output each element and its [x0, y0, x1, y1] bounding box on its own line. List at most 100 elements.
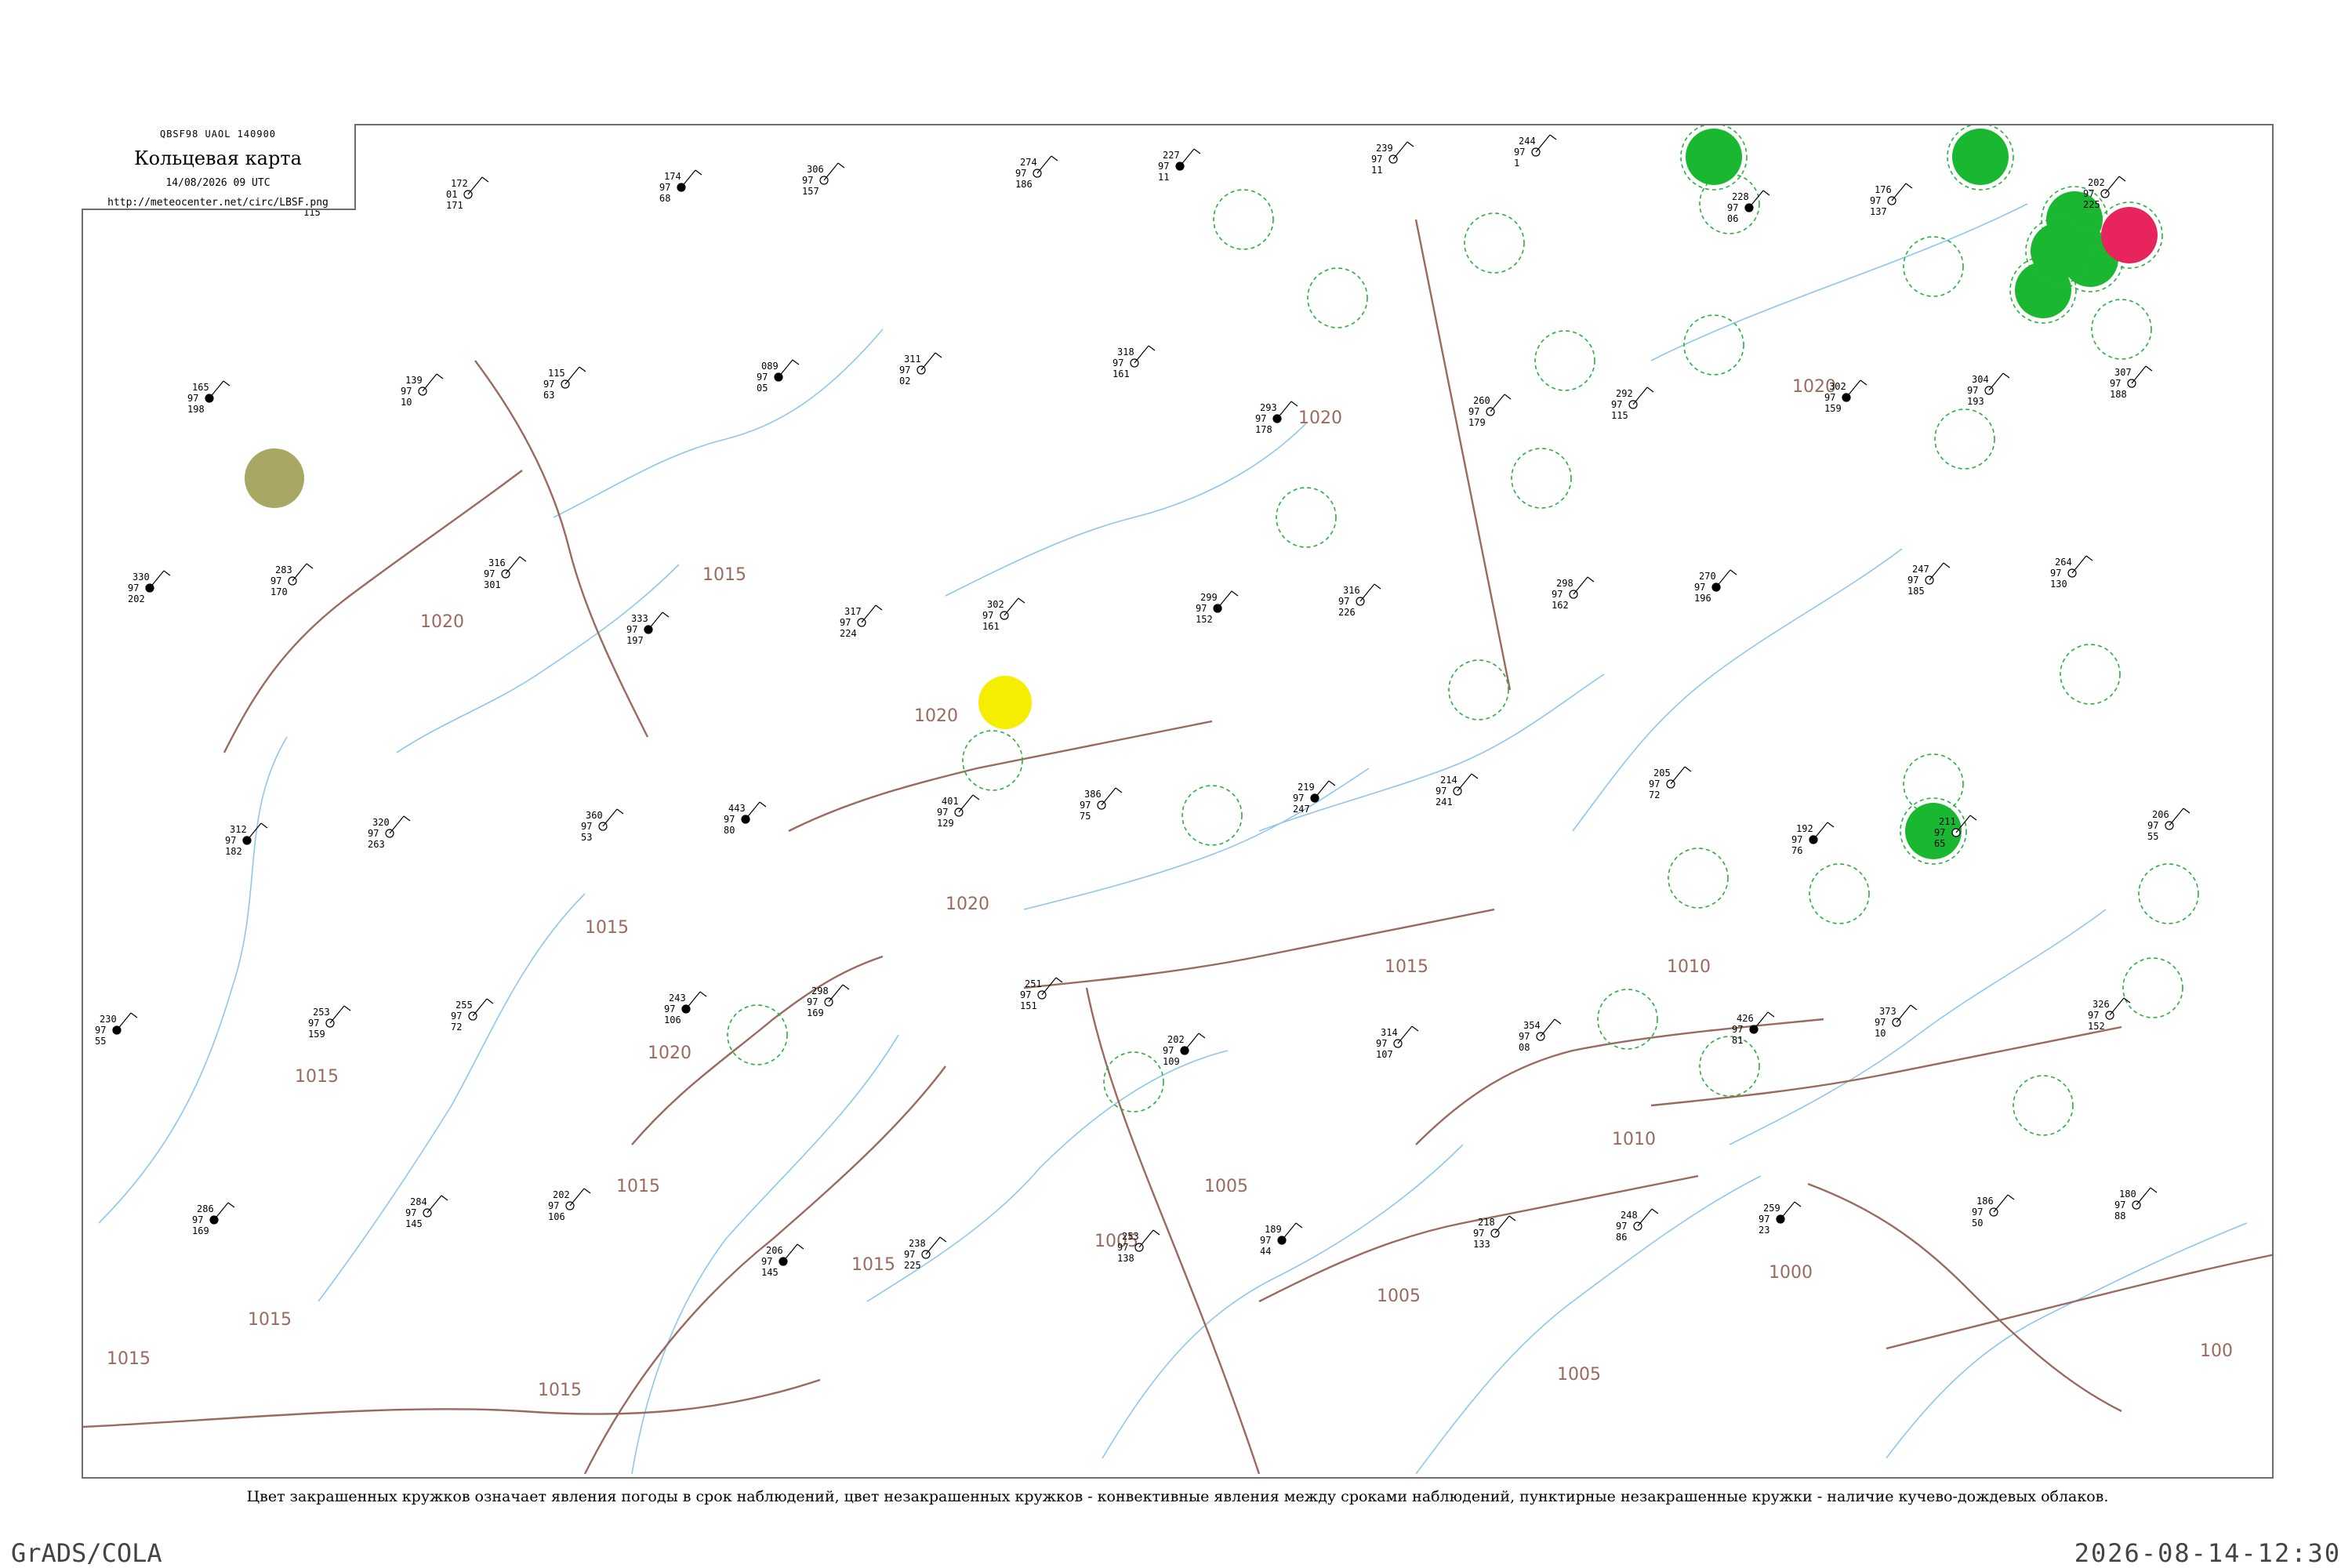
- station-value: 1: [1514, 158, 1519, 169]
- footer-timestamp: 2026-08-14-12:30: [2074, 1538, 2341, 1568]
- station-temp: 97: [1824, 392, 1835, 403]
- station-plot: 2309755: [95, 1012, 138, 1047]
- station-pressure: 165: [192, 382, 209, 393]
- station-plot: 3119702: [899, 352, 942, 387]
- isobar-label: 1015: [851, 1255, 895, 1275]
- station-temp: 97: [1117, 1242, 1128, 1253]
- wind-barb: [1179, 148, 1195, 167]
- station-pressure: 253: [313, 1007, 330, 1018]
- isobar-label: 1000: [1769, 1263, 1813, 1283]
- station-temp: 97: [1519, 1031, 1530, 1042]
- station-value: 81: [1732, 1035, 1743, 1046]
- station-pressure: 205: [1653, 768, 1671, 779]
- station-temp: 97: [1020, 989, 1031, 1000]
- wind-barb: [1276, 401, 1292, 419]
- wind-barb: [1397, 1025, 1413, 1044]
- wind-barb: [1637, 1208, 1653, 1227]
- cb-cloud-ring: [1934, 408, 1995, 470]
- station-plot: 2399711: [1371, 141, 1414, 176]
- station-plot: 17201171: [446, 176, 489, 211]
- map-date: 14/08/2026 09 UTC: [165, 177, 270, 189]
- isobar-label: 100: [2200, 1341, 2233, 1361]
- wind-barb: [1846, 379, 1861, 398]
- station-pressure: 089: [761, 361, 779, 372]
- station-value: 75: [1080, 811, 1091, 822]
- wind-barb: [2131, 365, 2147, 384]
- legend-caption: Цвет закрашенных кружков означает явлени…: [246, 1488, 2109, 1505]
- station-temp: 97: [451, 1011, 462, 1022]
- cb-cloud-ring: [2091, 299, 2152, 360]
- station-temp: 97: [1694, 582, 1705, 593]
- station-value: 197: [626, 635, 644, 646]
- station-temp: 97: [899, 365, 910, 376]
- station-temp: 97: [982, 610, 993, 621]
- isobar-label: 1015: [538, 1381, 582, 1400]
- isobar-label: 1020: [420, 612, 464, 632]
- wind-barb: [426, 1195, 442, 1214]
- station-value: 129: [937, 818, 954, 829]
- station-value: 53: [581, 832, 592, 843]
- station-temp: 97: [904, 1249, 915, 1260]
- station-value: 151: [1020, 1000, 1037, 1011]
- station-value: 161: [982, 621, 1000, 632]
- river-line: [318, 893, 586, 1302]
- station-value: 76: [1791, 845, 1802, 856]
- map-url[interactable]: http://meteocenter.net/circ/LBSF.png: [82, 197, 354, 209]
- station-temp: 97: [225, 835, 236, 846]
- wind-barb: [1929, 562, 1944, 581]
- station-plot: 20297106: [548, 1188, 591, 1222]
- station-plot: 27097196: [1694, 569, 1737, 604]
- station-temp: 01: [446, 189, 457, 200]
- station-temp: 97: [1934, 827, 1945, 838]
- bulletin-code: QBSF98 UAOL 140900: [159, 129, 277, 140]
- station-plot: 2289706: [1727, 190, 1770, 224]
- station-value: 11: [1371, 165, 1382, 176]
- cb-cloud-ring: [727, 1004, 788, 1065]
- isobar-line: [83, 1378, 821, 1428]
- isobar-line: [223, 470, 523, 753]
- wind-barb: [1359, 583, 1375, 602]
- station-pressure: 243: [669, 993, 686, 1004]
- station-temp: 97: [1196, 603, 1207, 614]
- station-temp: 97: [1293, 793, 1304, 804]
- station-plot: 1899744: [1260, 1222, 1303, 1257]
- station-plot: 29997152: [1196, 590, 1239, 625]
- station-pressure: 302: [1829, 381, 1846, 392]
- station-temp: 97: [1260, 1235, 1271, 1246]
- isobar-line: [1807, 1182, 2122, 1413]
- station-value: 162: [1552, 600, 1569, 611]
- station-plot: 25197151: [1020, 977, 1063, 1011]
- isobar-label: 1020: [648, 1044, 691, 1063]
- station-value: 06: [1727, 213, 1738, 224]
- station-pressure: 214: [1440, 775, 1457, 786]
- station-value: 301: [484, 579, 501, 590]
- isobar-line: [788, 720, 1213, 833]
- station-value: 115: [1611, 410, 1628, 421]
- station-value: 145: [405, 1218, 423, 1229]
- station-plot: 20297109: [1163, 1033, 1206, 1067]
- wind-barb: [681, 169, 696, 188]
- station-temp: 97: [1163, 1045, 1174, 1056]
- wind-barb: [1573, 576, 1588, 595]
- cb-cloud-ring: [1464, 212, 1525, 274]
- station-pressure: 248: [1621, 1210, 1638, 1221]
- station-value: 10: [401, 397, 412, 408]
- station-pressure: 283: [275, 564, 292, 575]
- station-value: 193: [1967, 396, 1984, 407]
- station-pressure: 139: [405, 375, 423, 386]
- station-temp: 97: [664, 1004, 675, 1014]
- station-pressure: 311: [904, 354, 921, 365]
- station-temp: 97: [757, 372, 768, 383]
- station-plot: 31697301: [484, 556, 527, 590]
- station-pressure: 292: [1616, 388, 1633, 399]
- cb-cloud-ring: [1683, 314, 1744, 376]
- station-value: 11: [1158, 172, 1169, 183]
- wind-barb: [1004, 597, 1019, 616]
- cb-cloud-ring: [2060, 644, 2121, 705]
- wind-barb: [782, 1243, 798, 1262]
- wind-barb: [472, 998, 488, 1017]
- station-value: 169: [192, 1225, 209, 1236]
- station-pressure: 189: [1265, 1224, 1282, 1235]
- station-pressure: 316: [1343, 585, 1360, 596]
- station-plot: 27497186: [1015, 155, 1058, 190]
